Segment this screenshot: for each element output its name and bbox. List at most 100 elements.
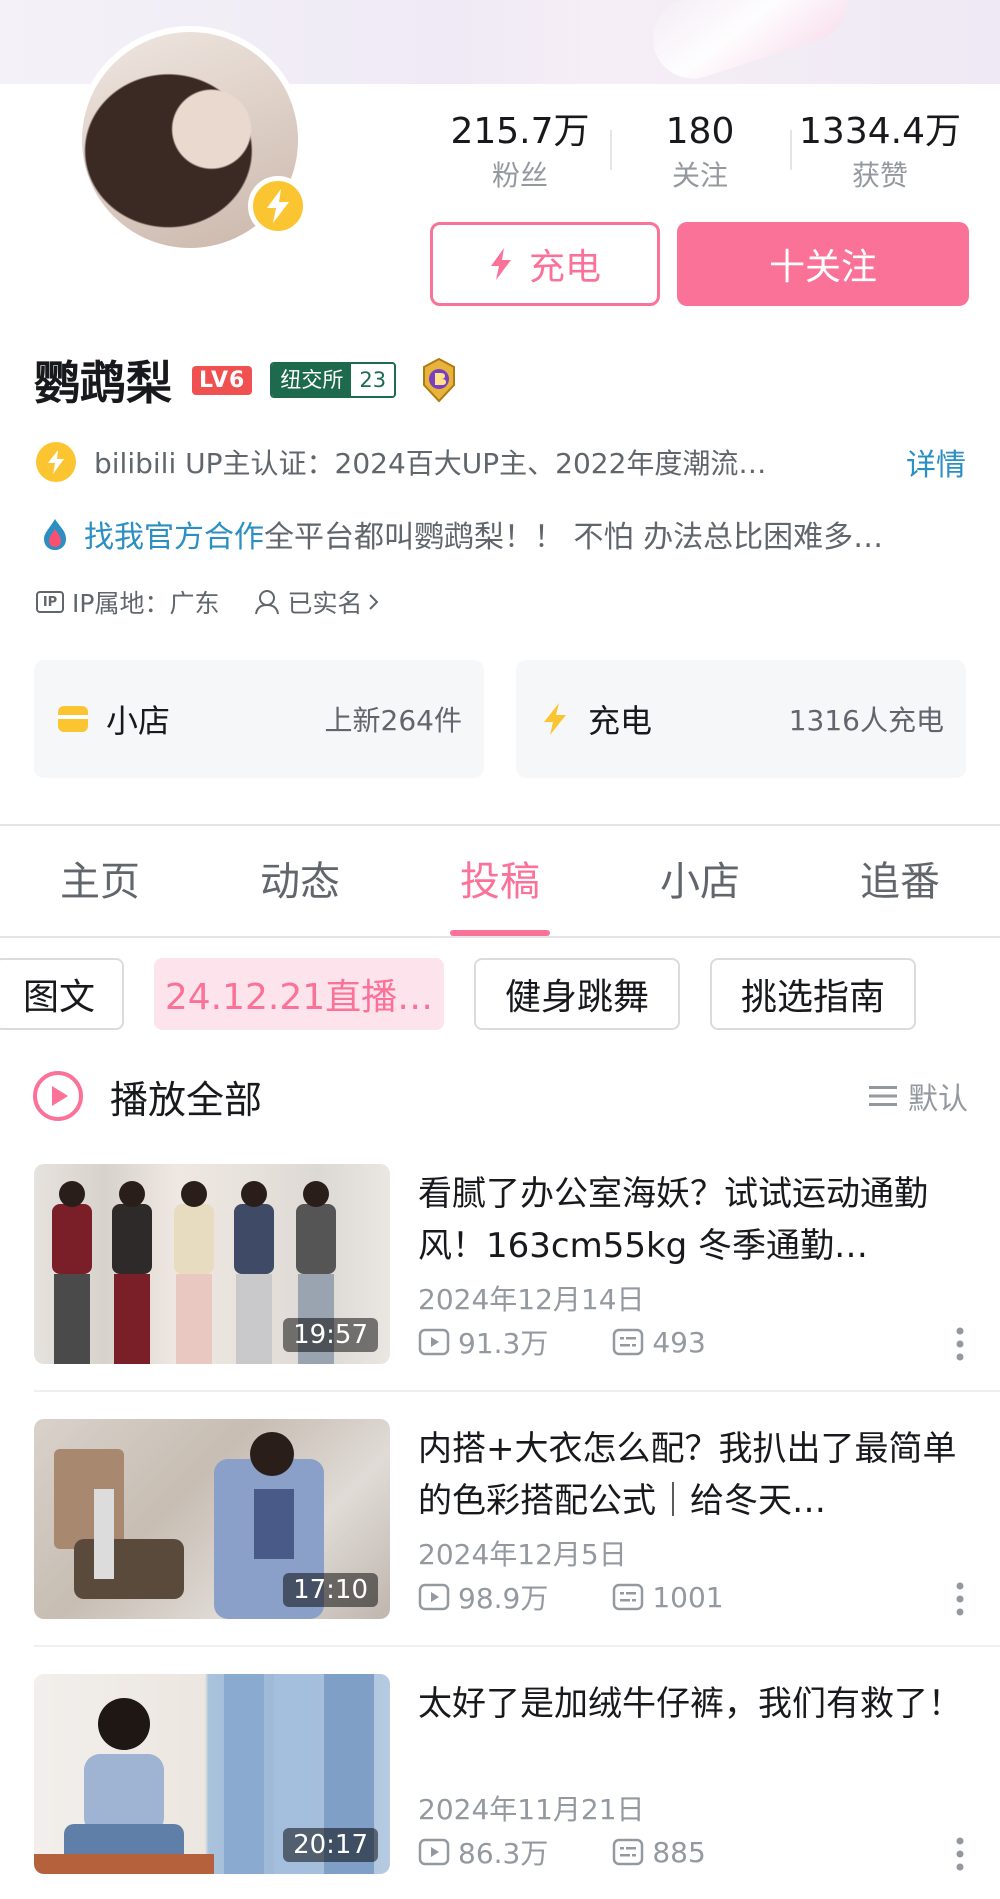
video-thumbnail[interactable]: 17:10	[34, 1419, 390, 1619]
video-stats: 86.3万 885	[418, 1832, 706, 1872]
verified-label: 已实名	[287, 589, 363, 618]
video-title[interactable]: 内搭+大衣怎么配？我扒出了最简单的色彩搭配公式｜给冬天…	[418, 1423, 978, 1527]
video-date: 2024年11月21日	[418, 1793, 645, 1826]
charge-button[interactable]: 充电	[430, 222, 660, 306]
view-count-value: 98.9万	[458, 1582, 549, 1615]
chip-buying-guide[interactable]: 挑选指南	[710, 958, 916, 1030]
video-duration: 17:10	[283, 1573, 378, 1607]
more-vertical-icon[interactable]	[954, 1836, 966, 1872]
video-title[interactable]: 看腻了办公室海妖？试试运动通勤风！163cm55kg 冬季通勤…	[418, 1168, 978, 1272]
shop-card[interactable]: 小店 上新264件	[34, 660, 484, 778]
flame-icon	[44, 519, 66, 550]
stat-label: 获赞	[851, 159, 908, 192]
ip-location: IP属地：广东	[72, 589, 220, 618]
meta-row: IP IP属地：广东 已实名	[36, 582, 380, 622]
tab-bangumi[interactable]: 追番	[800, 826, 1000, 936]
video-title[interactable]: 太好了是加绒牛仔裤，我们有救了！	[418, 1678, 978, 1730]
video-item[interactable]: 19:57 看腻了办公室海妖？试试运动通勤风！163cm55kg 冬季通勤… 2…	[34, 1164, 966, 1364]
tab-shop[interactable]: 小店	[600, 826, 800, 936]
danmaku-count: 885	[612, 1835, 706, 1869]
play-icon	[418, 1838, 450, 1866]
real-name-verified[interactable]: 已实名	[253, 584, 380, 620]
shop-card-title: 小店	[106, 702, 171, 740]
danmaku-count: 1001	[612, 1580, 724, 1614]
feature-cards: 小店 上新264件 充电 1316人充电	[34, 660, 966, 778]
row-divider	[34, 1645, 1000, 1647]
charge-button-label: 充电	[528, 247, 601, 288]
profile-tabs: 主页 动态 投稿 小店 追番	[0, 826, 1000, 938]
stat-fans[interactable]: 215.7万 粉丝	[430, 108, 610, 198]
view-count-value: 91.3万	[458, 1327, 549, 1360]
shop-card-subtitle: 上新264件	[324, 704, 462, 737]
video-stats: 91.3万 493	[418, 1322, 706, 1362]
stat-value: 1334.4万	[799, 111, 961, 152]
danmaku-icon	[613, 1838, 644, 1866]
shop-icon	[58, 706, 88, 732]
charge-card-title: 充电	[588, 702, 653, 740]
row-divider	[34, 1390, 1000, 1392]
video-thumbnail[interactable]: 20:17	[34, 1674, 390, 1874]
tab-dynamics[interactable]: 动态	[200, 826, 400, 936]
bio-text: 全平台都叫鹦鹉梨！！ 不怕 办法总比困难多…	[264, 520, 884, 555]
series-chips: 图文 24.12.21直播… 健身跳舞 挑选指南	[0, 958, 1000, 1030]
verified-person-icon	[255, 590, 280, 615]
danmaku-icon	[613, 1328, 644, 1356]
play-all-button[interactable]: 播放全部	[110, 1069, 262, 1124]
play-icon	[418, 1583, 450, 1611]
more-vertical-icon[interactable]	[954, 1581, 966, 1617]
chip-image-text[interactable]: 图文	[0, 958, 124, 1030]
chip-fitness-dance[interactable]: 健身跳舞	[474, 958, 680, 1030]
danmaku-count-value: 885	[652, 1835, 706, 1869]
tab-uploads[interactable]: 投稿	[400, 826, 600, 936]
follow-button[interactable]: 十关注	[677, 222, 969, 306]
certification-text: bilibili UP主认证：2024百大UP主、2022年度潮流…	[94, 447, 767, 480]
lightning-icon	[36, 442, 76, 482]
video-duration: 20:17	[283, 1828, 378, 1862]
danmaku-count-value: 493	[652, 1325, 706, 1359]
sort-label: 默认	[908, 1082, 968, 1117]
chevron-right-icon	[369, 594, 379, 610]
danmaku-count: 493	[612, 1325, 706, 1359]
video-date: 2024年12月14日	[418, 1283, 645, 1316]
charge-card-subtitle: 1316人充电	[788, 704, 944, 737]
ip-icon: IP	[36, 591, 64, 613]
view-count-value: 86.3万	[458, 1837, 549, 1870]
follow-button-label: 十关注	[768, 247, 877, 288]
certification-more-link[interactable]: 详情	[906, 440, 966, 484]
avatar[interactable]	[76, 26, 308, 254]
stat-likes[interactable]: 1334.4万 获赞	[790, 108, 970, 198]
stat-value: 215.7万	[450, 111, 590, 152]
view-count: 91.3万	[418, 1322, 548, 1362]
stat-following[interactable]: 180 关注	[610, 108, 790, 198]
stat-label: 关注	[671, 159, 728, 192]
list-icon	[869, 1086, 897, 1106]
lightning-icon	[490, 248, 511, 280]
username: 鹦鹉梨	[34, 356, 172, 410]
play-icon	[418, 1328, 450, 1356]
video-item[interactable]: 20:17 太好了是加绒牛仔裤，我们有救了！ 2024年11月21日 86.3万…	[34, 1674, 966, 1874]
more-vertical-icon[interactable]	[954, 1326, 966, 1362]
name-row: 鹦鹉梨 LV6 纽交所 23	[34, 350, 462, 410]
certification-row[interactable]: bilibili UP主认证：2024百大UP主、2022年度潮流… 详情	[36, 440, 966, 484]
play-circle-icon[interactable]	[32, 1070, 84, 1122]
video-date: 2024年12月5日	[418, 1538, 627, 1571]
level-badge: LV6	[192, 365, 253, 395]
nyse-label: 纽交所	[272, 364, 352, 396]
video-thumbnail[interactable]: 19:57	[34, 1164, 390, 1364]
chip-live-replay[interactable]: 24.12.21直播…	[154, 958, 444, 1030]
sort-button[interactable]: 默认	[868, 1074, 968, 1118]
bio-row: 找我官方合作 全平台都叫鹦鹉梨！！ 不怕 办法总比困难多…	[36, 512, 966, 556]
danmaku-count-value: 1001	[652, 1580, 724, 1614]
view-count: 86.3万	[418, 1832, 548, 1872]
danmaku-icon	[613, 1583, 644, 1611]
lightning-icon	[544, 703, 566, 735]
tab-home[interactable]: 主页	[0, 826, 200, 936]
nyse-badge[interactable]: 纽交所 23	[270, 362, 397, 398]
video-stats: 98.9万 1001	[418, 1577, 724, 1617]
business-contact-link[interactable]: 找我官方合作	[84, 512, 264, 556]
play-all-row: 播放全部 默认	[32, 1068, 968, 1124]
charge-card[interactable]: 充电 1316人充电	[516, 660, 966, 778]
video-item[interactable]: 17:10 内搭+大衣怎么配？我扒出了最简单的色彩搭配公式｜给冬天… 2024年…	[34, 1419, 966, 1619]
stat-label: 粉丝	[491, 159, 548, 192]
medal-icon[interactable]	[416, 357, 462, 403]
